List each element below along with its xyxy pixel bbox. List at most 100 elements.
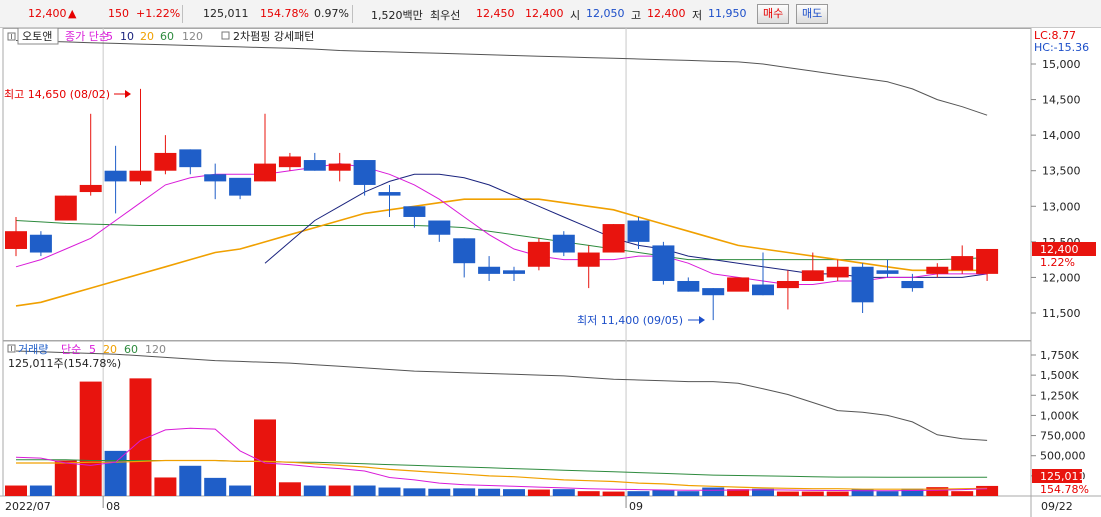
volume-bar [876, 491, 899, 496]
candle-body [976, 248, 999, 274]
volume-bar [503, 489, 525, 496]
volume-bar [154, 477, 177, 496]
candle-body [901, 280, 924, 289]
candle-body [677, 280, 700, 292]
candle-body [951, 256, 974, 271]
volume-bar [204, 477, 227, 496]
volume-tick-label: 1,500K [1040, 369, 1079, 382]
low-annotation: 최저 11,400 (09/05) [577, 314, 683, 327]
high-label: 고 [631, 9, 642, 22]
volume-ratio: 154.78% [260, 7, 309, 20]
volume-bar [826, 491, 849, 496]
volume-bar [801, 491, 824, 496]
toolbar-divider [182, 5, 183, 23]
candle-body [876, 270, 899, 274]
best-quote-label: 최우선 [430, 9, 461, 22]
volume-bar [428, 488, 451, 496]
volume-bar [278, 482, 301, 496]
candle-body [353, 160, 376, 185]
candle-body [129, 170, 152, 182]
volume-bar [627, 491, 650, 496]
volume-bar [378, 487, 401, 496]
low-price: 11,950 [708, 7, 747, 20]
candle-body [5, 231, 27, 249]
volume-bar [976, 485, 999, 496]
candle-body [453, 238, 476, 264]
candle-body [478, 266, 501, 274]
price-tick-label: 15,000 [1042, 58, 1081, 71]
price-ma-60: 60 [160, 30, 174, 43]
candle-body [627, 220, 650, 242]
high-price: 12,400 [647, 7, 686, 20]
volume-bar [652, 489, 675, 496]
volume-bar [104, 450, 127, 496]
buy-button[interactable]: 매수 [757, 4, 790, 24]
price-ma-5: 5 [106, 30, 113, 43]
candle-body [851, 266, 874, 303]
volume-bar [229, 485, 252, 496]
volume-tick-label: 1,250K [1040, 389, 1079, 402]
candle-body [428, 220, 451, 235]
candle-body [79, 184, 102, 193]
price-panel-frame [2, 28, 1032, 341]
candle-body [776, 280, 799, 289]
best-bid: 12,400 [525, 7, 564, 20]
candle-body [702, 288, 725, 296]
candle-body [752, 284, 774, 296]
candle-body [179, 149, 202, 168]
candle-body [254, 163, 276, 182]
date-label: 2022/07 [5, 500, 51, 513]
price-change-pct: +1.22% [136, 7, 181, 20]
candle-body [602, 224, 625, 253]
candle-body [801, 270, 824, 281]
volume-bar [328, 485, 351, 496]
best-ask: 12,450 [476, 7, 515, 20]
sell-button[interactable]: 매도 [796, 4, 829, 24]
volume-ma-5: 5 [89, 343, 96, 356]
volume-bar [702, 487, 725, 496]
volume-tick-label: 500,000 [1040, 450, 1086, 463]
pattern-label: 2차펌핑 강세패턴 [233, 30, 314, 43]
volume-bar [79, 381, 102, 496]
volume-bar [951, 491, 974, 496]
open-price: 12,050 [586, 7, 625, 20]
date-label: 09 [629, 500, 643, 513]
price-tick-label: 13,500 [1042, 165, 1081, 178]
low-label: 저 [692, 9, 703, 22]
volume-tick-label: 1,000K [1040, 409, 1079, 422]
candle-body [29, 234, 52, 253]
volume-info: 125,011주(154.78%) [8, 357, 121, 370]
candle-body [826, 266, 849, 278]
current-pct-tag-text: 1.22% [1040, 256, 1075, 269]
candle-body [652, 245, 675, 281]
candle-body [503, 270, 525, 274]
toolbar-divider [352, 5, 353, 23]
up-arrow-icon: ▲ [68, 7, 77, 20]
candle-body [577, 252, 600, 267]
volume-bar [677, 491, 700, 496]
volume-ma-prefix: 단순 [61, 343, 81, 356]
hc-label: HC:-15.36 [1034, 41, 1089, 54]
volume-bar [552, 489, 575, 496]
date-label: 09/22 [1041, 500, 1073, 513]
volume-bar [29, 485, 52, 496]
candle-body [403, 206, 426, 217]
turnover-ratio: 0.97% [314, 7, 349, 20]
volume-value: 125,011 [203, 7, 249, 20]
candle-body [727, 277, 750, 292]
price-ma-10: 10 [120, 30, 134, 43]
volume-ma-120: 120 [145, 343, 166, 356]
volume-bar [179, 465, 202, 496]
high-annotation: 최고 14,650 (08/02) [4, 88, 110, 101]
candle-body [303, 160, 326, 171]
price-tick-label: 13,000 [1042, 200, 1081, 213]
volume-bar [851, 489, 874, 496]
candle-body [378, 192, 401, 196]
stock-chart: 11,50012,00012,50013,00013,50014,00014,5… [0, 28, 1101, 517]
stock-name: 오토앤 [22, 30, 52, 43]
volume-bar [478, 488, 501, 496]
volume-bar [403, 488, 426, 496]
volume-bar [5, 485, 27, 496]
open-label: 시 [570, 9, 581, 22]
volume-title: 거래량 [18, 343, 48, 356]
